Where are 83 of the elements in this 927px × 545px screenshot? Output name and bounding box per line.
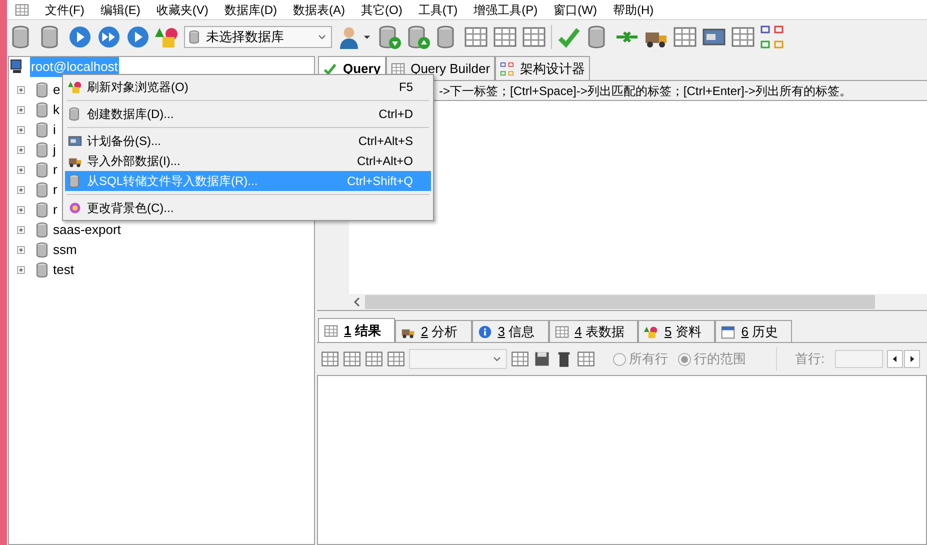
table-icon [324, 324, 338, 338]
select-value: 未选择数据库 [206, 28, 285, 46]
table-icon[interactable] [731, 24, 755, 48]
editor-tab[interactable]: 架构设计器 [495, 56, 590, 80]
calendar-icon [721, 324, 736, 338]
expand-icon[interactable] [15, 204, 27, 216]
first-row-field[interactable] [834, 350, 883, 368]
menu-item[interactable]: 数据库(D) [216, 0, 285, 18]
table-icon[interactable] [577, 350, 595, 368]
app-icon [15, 2, 29, 16]
shapes-icon [644, 324, 658, 338]
tree-node[interactable]: test [53, 260, 74, 280]
menu-item[interactable]: 计划备份(S)... Ctrl+Alt+S [65, 131, 431, 151]
table-icon[interactable] [464, 24, 488, 48]
expand-icon[interactable] [15, 224, 27, 236]
tree-node[interactable]: e [53, 80, 60, 100]
fast-forward-icon[interactable] [97, 24, 121, 48]
menu-item[interactable]: 创建数据库(D)... Ctrl+D [65, 104, 431, 124]
table-icon[interactable] [673, 24, 697, 48]
tree-node[interactable]: j [53, 140, 56, 160]
play-icon[interactable] [126, 24, 150, 48]
menu-item[interactable]: 导入外部数据(I)... Ctrl+Alt+O [65, 151, 431, 171]
table-icon [554, 324, 569, 338]
result-tab[interactable]: 3 信息 [472, 320, 549, 342]
table-icon[interactable] [522, 24, 546, 48]
database-down-icon[interactable] [377, 24, 401, 48]
expand-icon[interactable] [15, 244, 27, 256]
expand-icon[interactable] [15, 104, 27, 116]
menu-item[interactable]: 收藏夹(V) [148, 0, 216, 18]
result-tab[interactable]: 6 历史 [715, 320, 792, 342]
expand-icon[interactable] [15, 124, 27, 136]
expand-icon[interactable] [15, 184, 27, 196]
expand-icon[interactable] [15, 144, 27, 156]
tree-node[interactable]: ssm [53, 240, 77, 260]
tree-node[interactable]: k [53, 100, 60, 120]
menu-item[interactable]: 帮助(H) [604, 0, 662, 18]
tree-node[interactable]: r [53, 180, 58, 200]
screen-icon [68, 134, 82, 148]
table-icon[interactable] [493, 24, 517, 48]
table-icon[interactable] [511, 350, 529, 368]
info-icon [478, 324, 492, 338]
tree-node[interactable]: i [53, 120, 56, 140]
menu-item[interactable]: 窗口(W) [546, 0, 605, 18]
database-up-icon[interactable] [406, 24, 430, 48]
next-button[interactable] [904, 350, 920, 368]
tree-node[interactable]: r [53, 160, 58, 180]
menu-item[interactable]: 数据表(A) [285, 0, 353, 18]
table-icon[interactable] [321, 350, 339, 368]
field-label: 首行: [795, 350, 825, 368]
shapes-icon [68, 80, 82, 94]
database-icon [188, 30, 202, 44]
previous-button[interactable] [886, 350, 903, 368]
result-tab[interactable]: 1 结果 [318, 318, 395, 342]
floppy-icon[interactable] [533, 350, 551, 368]
expand-icon[interactable] [15, 84, 27, 96]
hint-text: ->下一标签；[Ctrl+Space]->列出匹配的标签；[Ctrl+Enter]->列出所有的标签。 [439, 82, 852, 100]
person-icon[interactable] [337, 24, 361, 48]
result-tab[interactable]: 4 表数据 [548, 320, 638, 342]
menu-item[interactable]: 刷新对象浏览器(O) F5 [65, 77, 431, 97]
tree-node[interactable]: saas-export [53, 220, 121, 240]
result-tab[interactable]: 5 资料 [638, 320, 716, 342]
menu-item[interactable]: 其它(O) [353, 0, 410, 18]
menu-item[interactable]: 工具(T) [410, 0, 466, 18]
checkmark-icon [323, 62, 337, 76]
result-tab[interactable]: 2 分析 [394, 320, 472, 342]
table-icon[interactable] [365, 350, 383, 368]
menu-item[interactable]: 更改背景色(C)... [65, 198, 431, 218]
menu-item[interactable]: 增强工具(P) [466, 0, 546, 18]
palette-icon [68, 201, 82, 215]
expand-icon[interactable] [15, 164, 27, 176]
database-icon [68, 107, 82, 121]
menu-item[interactable]: 编辑(E) [92, 0, 148, 18]
diagram-icon [500, 62, 514, 76]
table-icon[interactable] [387, 350, 405, 368]
tree-node[interactable]: r [53, 200, 58, 220]
table-icon[interactable] [343, 350, 361, 368]
database-select[interactable]: 未选择数据库 [184, 26, 332, 48]
horizontal-scrollbar[interactable] [349, 294, 927, 310]
play-icon[interactable] [68, 24, 92, 48]
expand-icon[interactable] [15, 264, 27, 276]
database-icon [68, 174, 82, 188]
menu-item[interactable]: 文件(F) [37, 0, 92, 18]
diagram-icon[interactable] [760, 24, 784, 48]
